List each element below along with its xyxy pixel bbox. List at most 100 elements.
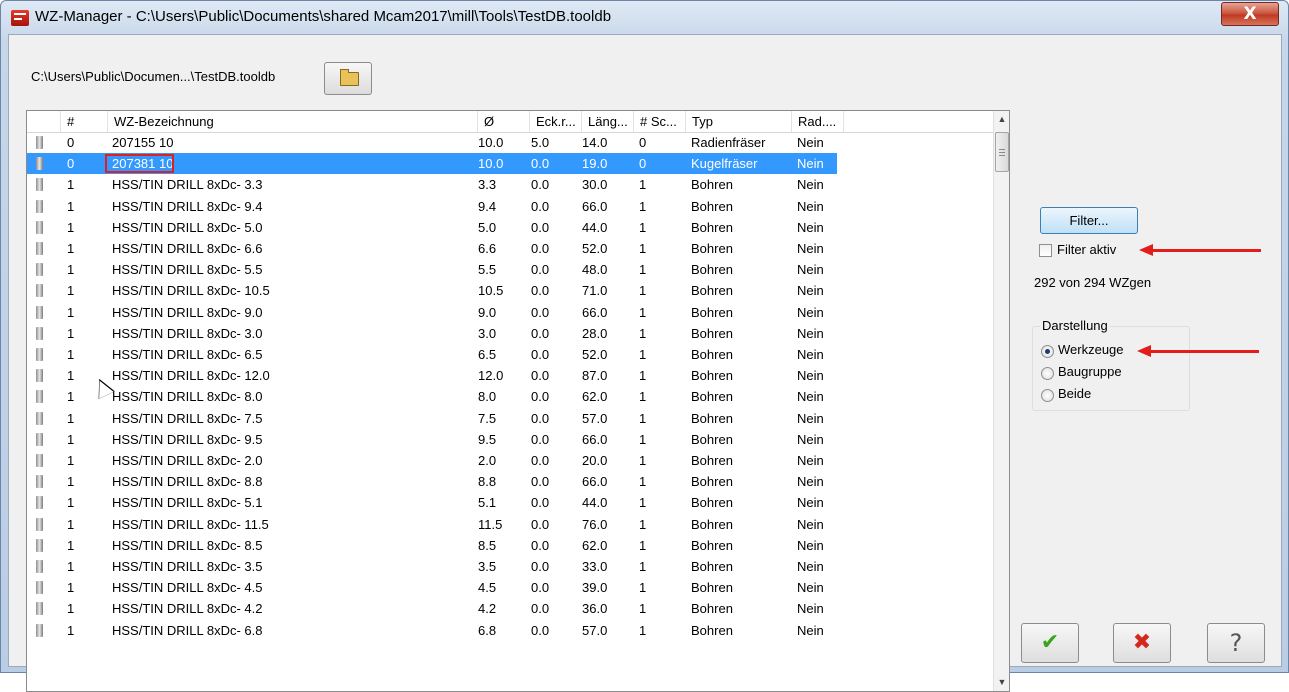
table-cell: 5.0	[531, 135, 550, 150]
table-row[interactable]: 1 HSS/TIN DRILL 8xDc- 4.5 4.5 0.0 39.0 1 Bohre…	[27, 577, 993, 598]
table-cell: HSS/TIN DRILL 8xDc- 3.0	[112, 325, 263, 341]
table-cell: Bohren	[691, 580, 733, 596]
title-bar[interactable]: WZ-Manager - C:\Users\Public\Documents\s…	[1, 1, 1288, 33]
radio-werkzeuge[interactable]	[1041, 345, 1054, 358]
table-row[interactable]: 1 HSS/TIN DRILL 8xDc- 3.3 3.3 0.0 30.0 1 Bohre…	[27, 174, 993, 195]
table-cell: 66.0	[582, 431, 608, 447]
cancel-button[interactable]: ✖	[1113, 623, 1171, 663]
table-row[interactable]: 1 HSS/TIN DRILL 8xDc- 10.5 10.5 0.0 71.0 1 Boh…	[27, 280, 993, 301]
vertical-scrollbar[interactable]: ▲ ▼	[993, 111, 1009, 691]
x-icon: ✖	[1132, 630, 1152, 655]
table-cell: 71.0	[582, 283, 608, 299]
table-cell: 36.0	[582, 601, 608, 617]
table-cell: 1	[639, 622, 647, 638]
table-row[interactable]: 1 HSS/TIN DRILL 8xDc- 9.5 9.5 0.0 66.0 1 Bohre…	[27, 429, 993, 450]
drill-tool-icon	[36, 432, 43, 446]
table-cell: 1	[67, 283, 75, 299]
table-cell: 1	[67, 516, 75, 532]
table-row[interactable]: 0 207155 10 10.0 5.0 14.0 0 Radienfräser Nein	[27, 132, 993, 153]
table-cell: 0	[67, 156, 75, 172]
open-database-button[interactable]	[324, 62, 372, 95]
table-cell: 8.5	[478, 537, 497, 553]
table-cell: HSS/TIN DRILL 8xDc- 9.0	[112, 304, 263, 320]
drill-tool-icon	[36, 263, 43, 277]
table-row[interactable]: 1 HSS/TIN DRILL 8xDc- 6.5 6.5 0.0 52.0 1 Bohre…	[27, 344, 993, 365]
radio-baugruppe[interactable]	[1041, 367, 1054, 380]
table-cell: Nein	[797, 495, 824, 511]
table-row[interactable]: 1 HSS/TIN DRILL 8xDc- 9.4 9.4 0.0 66.0 1 Bohre…	[27, 196, 993, 217]
darstellung-legend: Darstellung	[1040, 318, 1110, 333]
drill-tool-icon	[36, 581, 43, 595]
table-cell: 3.3	[478, 177, 497, 193]
table-cell: Nein	[797, 431, 824, 447]
table-row[interactable]: 1 HSS/TIN DRILL 8xDc- 5.5 5.5 0.0 48.0 1 Bohre…	[27, 259, 993, 280]
table-cell: 5.1	[478, 495, 497, 511]
radio-beide[interactable]	[1041, 389, 1054, 402]
table-cell: Nein	[797, 537, 824, 553]
table-cell: 0	[67, 135, 75, 150]
scroll-down-icon[interactable]: ▼	[994, 674, 1009, 691]
filter-button[interactable]: Filter...	[1040, 207, 1138, 234]
ok-button[interactable]: ✔	[1021, 623, 1079, 663]
table-row[interactable]: 1 HSS/TIN DRILL 8xDc- 12.0 12.0 0.0 87.0 1 Boh…	[27, 365, 993, 386]
table-cell: 6.8	[478, 622, 497, 638]
close-button[interactable]: X	[1221, 2, 1279, 26]
column-header[interactable]: Läng...	[582, 111, 634, 132]
table-row[interactable]: 1 HSS/TIN DRILL 8xDc- 8.0 8.0 0.0 62.0 1 Bohre…	[27, 386, 993, 407]
column-header[interactable]: Eck.r...	[530, 111, 582, 132]
scroll-up-icon[interactable]: ▲	[994, 111, 1009, 128]
table-cell: HSS/TIN DRILL 8xDc- 5.1	[112, 495, 263, 511]
table-row[interactable]: 1 HSS/TIN DRILL 8xDc- 11.5 11.5 0.0 76.0 1 Boh…	[27, 514, 993, 535]
table-cell: 1	[67, 347, 75, 362]
table-cell: 1	[639, 453, 647, 468]
table-row[interactable]: 1 HSS/TIN DRILL 8xDc- 6.6 6.6 0.0 52.0 1 Bohre…	[27, 238, 993, 259]
filter-active-checkbox[interactable]	[1039, 244, 1052, 257]
table-cell: Bohren	[691, 347, 733, 362]
table-cell: HSS/TIN DRILL 8xDc- 3.3	[112, 177, 263, 193]
table-cell: 1	[639, 304, 647, 320]
table-cell: 8.8	[478, 474, 497, 490]
table-cell: Bohren	[691, 453, 733, 468]
column-header[interactable]: Rad....	[792, 111, 844, 132]
table-cell: 10.0	[478, 135, 504, 150]
column-header[interactable]: WZ-Bezeichnung	[108, 111, 478, 132]
drill-tool-icon	[36, 305, 43, 319]
table-cell: 1	[67, 453, 75, 468]
table-cell: Nein	[797, 559, 824, 574]
table-row[interactable]: 1 HSS/TIN DRILL 8xDc- 6.8 6.8 0.0 57.0 1 Bohre…	[27, 620, 993, 641]
table-row[interactable]: 1 HSS/TIN DRILL 8xDc- 5.0 5.0 0.0 44.0 1 Bohre…	[27, 217, 993, 238]
column-header[interactable]: #	[61, 111, 108, 132]
table-row[interactable]: 1 HSS/TIN DRILL 8xDc- 8.8 8.8 0.0 66.0 1 Bohre…	[27, 471, 993, 492]
table-cell: Nein	[797, 304, 824, 320]
drill-tool-icon	[36, 284, 43, 298]
table-cell: 0.0	[531, 431, 550, 447]
table-row[interactable]: 0 207381 10 10.0 0.0 19.0 0 Kugelfräser Nein	[27, 153, 993, 175]
tool-list[interactable]: # WZ-Bezeichnung Ø Eck.r... Läng... # Sc... Ty…	[26, 110, 1010, 692]
scrollbar-thumb[interactable]	[995, 132, 1009, 172]
table-cell: 39.0	[582, 580, 608, 596]
drill-tool-icon	[36, 348, 43, 361]
help-button[interactable]: ?	[1207, 623, 1265, 663]
folder-open-icon	[340, 69, 359, 86]
table-row[interactable]: 1 HSS/TIN DRILL 8xDc- 9.0 9.0 0.0 66.0 1 Bohre…	[27, 302, 993, 323]
table-cell: 1	[67, 304, 75, 320]
drill-tool-icon	[36, 560, 43, 573]
table-row[interactable]: 1 HSS/TIN DRILL 8xDc- 7.5 7.5 0.0 57.0 1 Bohre…	[27, 408, 993, 429]
table-row[interactable]: 1 HSS/TIN DRILL 8xDc- 8.5 8.5 0.0 62.0 1 Bohre…	[27, 535, 993, 556]
annotation-arrow-icon	[1137, 345, 1259, 357]
drill-tool-icon	[36, 157, 43, 171]
column-header[interactable]: Typ	[686, 111, 792, 132]
table-row[interactable]: 1 HSS/TIN DRILL 8xDc- 3.0 3.0 0.0 28.0 1 Bohre…	[27, 323, 993, 344]
column-header-icon[interactable]	[27, 111, 61, 132]
column-header[interactable]: Ø	[478, 111, 530, 132]
table-cell: HSS/TIN DRILL 8xDc- 2.0	[112, 453, 263, 468]
table-row[interactable]: 1 HSS/TIN DRILL 8xDc- 4.2 4.2 0.0 36.0 1 Bohre…	[27, 598, 993, 619]
table-cell: 6.6	[478, 241, 497, 256]
drill-tool-icon	[36, 199, 43, 213]
table-cell: Nein	[797, 177, 824, 193]
table-row[interactable]: 1 HSS/TIN DRILL 8xDc- 2.0 2.0 0.0 20.0 1 Bohre…	[27, 450, 993, 471]
table-cell: 0.0	[531, 537, 550, 553]
column-header[interactable]: # Sc...	[634, 111, 686, 132]
table-row[interactable]: 1 HSS/TIN DRILL 8xDc- 5.1 5.1 0.0 44.0 1 Bohre…	[27, 492, 993, 513]
table-row[interactable]: 1 HSS/TIN DRILL 8xDc- 3.5 3.5 0.0 33.0 1 Bohre…	[27, 556, 993, 577]
